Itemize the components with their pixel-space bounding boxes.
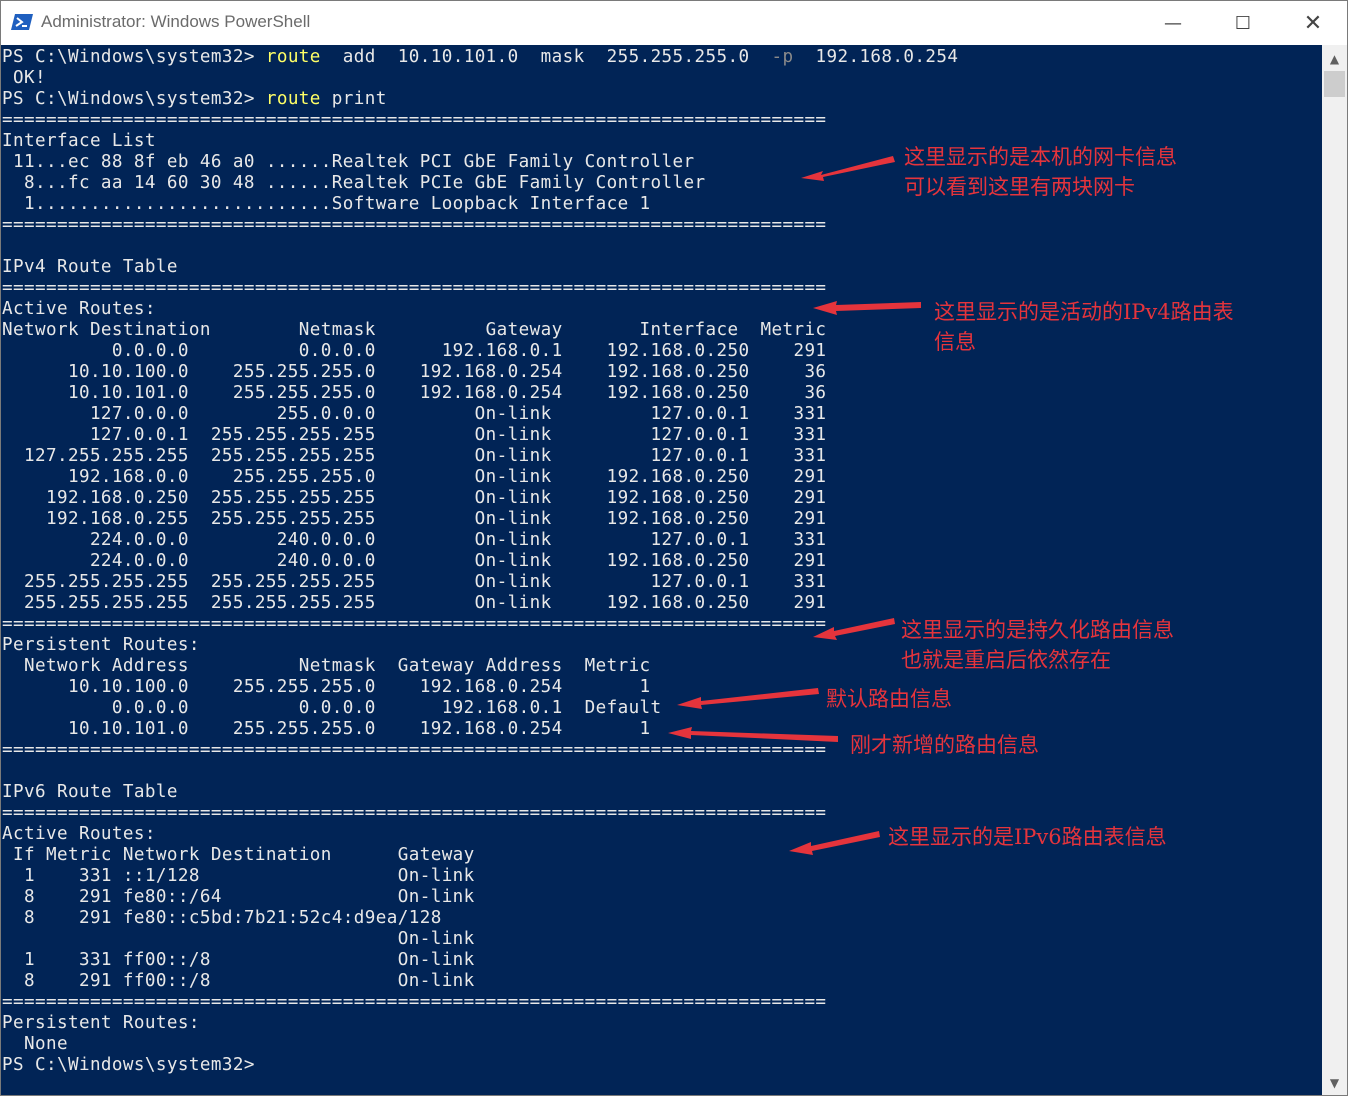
close-button[interactable]: ✕ xyxy=(1279,1,1347,45)
annotation-default-route: 默认路由信息 xyxy=(826,687,952,711)
annotation-persistent-routes: 这里显示的是持久化路由信息 也就是重启后依然存在 xyxy=(901,618,1174,672)
prompt: PS C:\Windows\system32> xyxy=(2,47,266,67)
terminal-output: PS C:\Windows\system32> route add 10.10.… xyxy=(2,47,958,1076)
route-print-output: ========================================… xyxy=(2,110,827,1054)
minimize-button[interactable]: — xyxy=(1139,1,1207,45)
title-bar[interactable]: Administrator: Windows PowerShell — ☐ ✕ xyxy=(1,1,1347,45)
command-route: route xyxy=(265,47,321,67)
powershell-window: Administrator: Windows PowerShell — ☐ ✕ … xyxy=(0,0,1348,1096)
command-route-print: route xyxy=(265,89,321,109)
command-print-args: print xyxy=(320,89,387,109)
scroll-thumb[interactable] xyxy=(1324,71,1345,97)
annotation-ipv6-routes: 这里显示的是IPv6路由表信息 xyxy=(888,825,1167,849)
command-flag: -p xyxy=(771,47,794,67)
command-gateway: 192.168.0.254 xyxy=(793,47,959,67)
ok-line: OK! xyxy=(2,68,46,88)
prompt: PS C:\Windows\system32> xyxy=(2,89,266,109)
annotation-interface-list: 这里显示的是本机的网卡信息 可以看到这里有两块网卡 xyxy=(904,145,1177,199)
powershell-icon xyxy=(11,14,33,30)
console-area[interactable]: PS C:\Windows\system32> route add 10.10.… xyxy=(1,45,1322,1095)
annotation-new-route: 刚才新增的路由信息 xyxy=(850,733,1039,757)
vertical-scrollbar[interactable]: ▲ ▼ xyxy=(1322,45,1347,1095)
command-args: add 10.10.101.0 mask 255.255.255.0 xyxy=(320,47,772,67)
final-prompt: PS C:\Windows\system32> xyxy=(2,1055,255,1075)
window-title: Administrator: Windows PowerShell xyxy=(41,12,311,31)
scroll-up-icon[interactable]: ▲ xyxy=(1322,49,1347,69)
maximize-button[interactable]: ☐ xyxy=(1209,1,1277,45)
annotation-active-routes: 这里显示的是活动的IPv4路由表 信息 xyxy=(934,300,1234,354)
scroll-down-icon[interactable]: ▼ xyxy=(1322,1073,1347,1093)
